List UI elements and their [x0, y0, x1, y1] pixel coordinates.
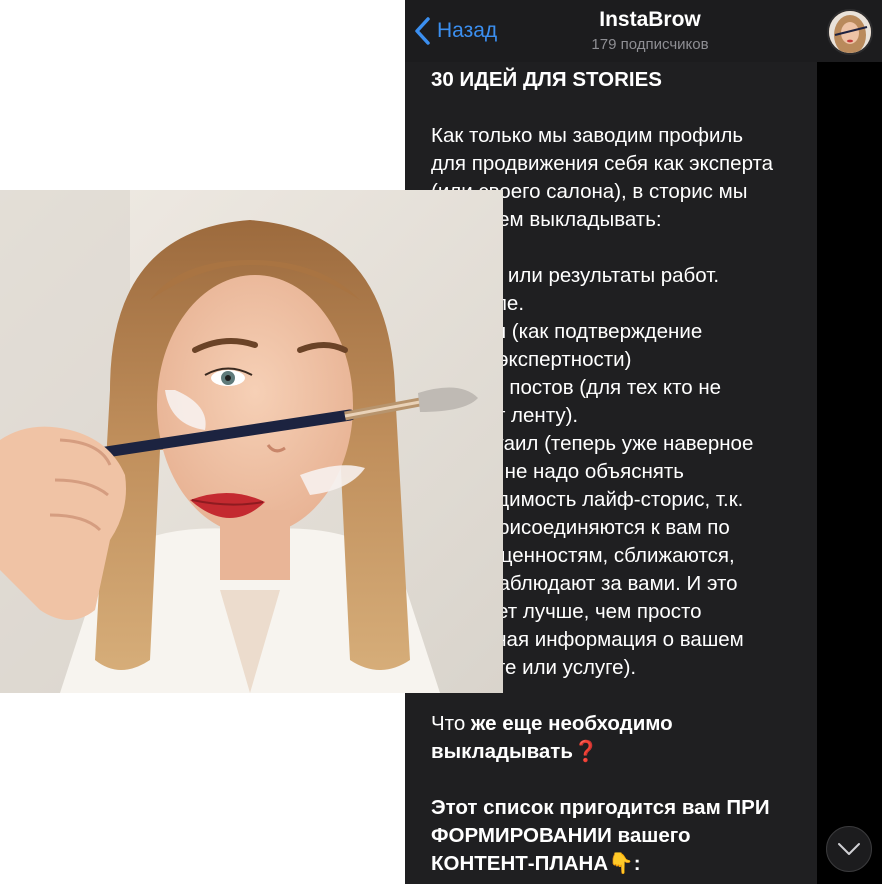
chat-header: Назад InstaBrow 179 подписчиков: [405, 0, 882, 62]
chevron-left-icon: [415, 17, 430, 45]
back-label: Назад: [437, 19, 498, 42]
woman-with-brush-photo: [0, 190, 503, 693]
subscriber-count: 179 подписчиков: [591, 36, 709, 53]
post-question: Что же еще необходимо выкладывать❓: [431, 712, 673, 763]
pointing-down-icon: 👇: [608, 852, 634, 875]
post-plan: Этот список пригодится вам ПРИ ФОРМИРОВА…: [431, 796, 770, 875]
scroll-down-button[interactable]: [826, 826, 872, 872]
chevron-down-icon: [838, 843, 860, 855]
channel-title: InstaBrow: [599, 8, 701, 31]
question-mark-icon: ❓: [572, 740, 599, 763]
post-heading: 30 ИДЕЙ ДЛЯ STORIES: [431, 68, 662, 91]
channel-info[interactable]: InstaBrow 179 подписчиков: [525, 8, 775, 53]
channel-avatar[interactable]: [827, 9, 873, 55]
back-button[interactable]: Назад: [413, 14, 497, 48]
